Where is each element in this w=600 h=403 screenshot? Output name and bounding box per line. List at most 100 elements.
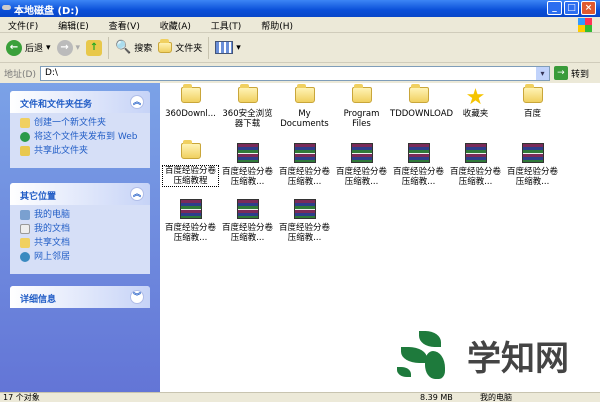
search-icon: 🔍	[115, 40, 132, 55]
file-name: 百度经验分卷压缩教...	[221, 167, 273, 187]
file-name: 360安全浏览器下载	[222, 109, 273, 129]
back-dropdown-icon[interactable]: ▾	[46, 43, 51, 53]
menu-view[interactable]: 查看(V)	[109, 22, 140, 32]
file-name: 360Downl...	[165, 109, 216, 119]
address-input[interactable]: D:\ ▾	[39, 65, 550, 81]
go-button[interactable]: → 转到	[553, 66, 589, 80]
file-item[interactable]: 百度经验分卷压缩教...	[390, 143, 447, 187]
folder-icon	[180, 140, 201, 159]
address-dropdown-icon[interactable]: ▾	[535, 66, 549, 80]
file-item[interactable]: 百度经验分卷压缩教...	[333, 143, 390, 187]
expand-icon[interactable]: ︾	[130, 290, 144, 304]
collapse-icon[interactable]: ︽	[130, 187, 144, 201]
rar-archive-icon	[293, 143, 316, 163]
task-publish-web[interactable]: 将这个文件夹发布到 Web	[20, 132, 142, 143]
documents-icon	[20, 224, 30, 234]
file-name: 百度经验分卷压缩教...	[335, 167, 387, 187]
rar-archive-icon	[407, 143, 430, 163]
status-bar: 17 个对象 8.39 MB 我的电脑	[0, 392, 600, 402]
place-label: 网上邻居	[34, 252, 71, 262]
file-name: 百度经验分卷压缩教...	[164, 223, 216, 243]
task-label: 将这个文件夹发布到 Web	[34, 132, 138, 142]
file-item[interactable]: 百度	[504, 84, 561, 119]
computer-icon	[20, 210, 30, 220]
forward-button[interactable]: → ▾	[56, 39, 80, 56]
folder-icon	[158, 39, 173, 53]
back-label: 后退	[25, 44, 44, 54]
panel-title: 详细信息	[20, 295, 57, 305]
file-item[interactable]: 百度经验分卷压缩教...	[276, 143, 333, 187]
file-name: My Documents	[280, 109, 329, 129]
views-dropdown-icon: ▾	[236, 42, 241, 53]
folder-icon	[180, 84, 201, 103]
file-item[interactable]: ★ 收藏夹	[447, 87, 504, 120]
go-label: 转到	[570, 69, 589, 80]
folder-icon	[351, 84, 372, 103]
menu-file[interactable]: 文件(F)	[8, 22, 38, 32]
file-item[interactable]: 百度经验分卷压缩教...	[504, 143, 561, 187]
task-pane: 文件和文件夹任务 ︽ 创建一个新文件夹 将这个文件夹发布到 Web 共享此文件夹 …	[0, 83, 160, 392]
title-bar: 本地磁盘 (D:) _ □ ×	[0, 0, 600, 17]
menu-tools[interactable]: 工具(T)	[211, 22, 242, 32]
rar-archive-icon	[236, 143, 259, 163]
file-item[interactable]: 百度经验分卷压缩教...	[219, 199, 276, 243]
minimize-button[interactable]: _	[547, 1, 562, 15]
file-item[interactable]: 百度经验分卷压缩教...	[276, 199, 333, 243]
details-panel: 详细信息 ︾	[10, 286, 150, 308]
file-item[interactable]: 百度经验分卷压缩教...	[162, 199, 219, 243]
new-folder-icon	[20, 118, 30, 128]
task-new-folder[interactable]: 创建一个新文件夹	[20, 118, 142, 129]
rar-archive-icon	[464, 143, 487, 163]
file-name: TDDOWNLOAD	[390, 109, 454, 119]
maximize-button[interactable]: □	[564, 1, 579, 15]
rar-archive-icon	[293, 199, 316, 219]
place-shared-documents[interactable]: 共享文档	[20, 238, 142, 249]
place-network[interactable]: 网上邻居	[20, 252, 142, 263]
place-label: 我的电脑	[34, 210, 71, 220]
menu-edit[interactable]: 编辑(E)	[58, 22, 89, 32]
close-button[interactable]: ×	[581, 1, 596, 15]
drive-icon	[2, 5, 11, 10]
up-folder-icon[interactable]: ↑	[86, 39, 103, 56]
file-name: 百度经验分卷压缩教程	[162, 165, 219, 187]
file-item[interactable]: 百度经验分卷压缩教程	[162, 140, 219, 187]
file-name: 百度经验分卷压缩教...	[278, 223, 330, 243]
file-name: 百度经验分卷压缩教...	[449, 167, 501, 187]
place-label: 共享文档	[34, 238, 71, 248]
collapse-icon[interactable]: ︽	[130, 95, 144, 109]
file-item[interactable]: TDDOWNLOAD	[390, 84, 454, 119]
file-name: 百度经验分卷压缩教...	[506, 167, 558, 187]
back-arrow-icon: ←	[6, 39, 22, 56]
folder-icon	[294, 84, 315, 103]
menu-help[interactable]: 帮助(H)	[261, 22, 293, 32]
leaf-head-logo-icon	[397, 325, 457, 385]
file-name: 百度经验分卷压缩教...	[278, 167, 330, 187]
place-my-documents[interactable]: 我的文档	[20, 224, 142, 235]
other-places-panel: 其它位置 ︽ 我的电脑 我的文档 共享文档 网上邻居	[10, 183, 150, 274]
menu-bar: 文件(F) 编辑(E) 查看(V) 收藏(A) 工具(T) 帮助(H)	[0, 17, 600, 33]
views-button[interactable]: ▾	[215, 41, 241, 54]
search-button[interactable]: 🔍 搜索	[115, 40, 152, 55]
folder-icon	[237, 84, 258, 103]
other-places-header[interactable]: 其它位置 ︽	[10, 183, 150, 205]
menu-favorites[interactable]: 收藏(A)	[160, 22, 191, 32]
watermark-logo: 学知网	[382, 316, 594, 394]
window-title: 本地磁盘 (D:)	[14, 6, 79, 17]
search-label: 搜索	[134, 44, 153, 54]
file-tasks-header[interactable]: 文件和文件夹任务 ︽	[10, 91, 150, 113]
file-item[interactable]: 360安全浏览器下载	[219, 84, 276, 129]
file-item[interactable]: My Documents	[276, 84, 333, 129]
place-my-computer[interactable]: 我的电脑	[20, 210, 142, 221]
file-item[interactable]: 百度经验分卷压缩教...	[219, 143, 276, 187]
file-item[interactable]: 360Downl...	[162, 84, 219, 119]
task-share-folder[interactable]: 共享此文件夹	[20, 146, 142, 157]
file-name: 收藏夹	[462, 109, 489, 119]
folder-icon	[522, 84, 543, 103]
file-item[interactable]: Program Files	[333, 84, 390, 129]
details-header[interactable]: 详细信息 ︾	[10, 286, 150, 308]
file-item[interactable]: 百度经验分卷压缩教...	[447, 143, 504, 187]
back-button[interactable]: ← 后退 ▾	[6, 39, 51, 56]
task-label: 创建一个新文件夹	[34, 118, 107, 128]
address-label: 地址(D)	[4, 69, 36, 80]
folders-button[interactable]: 文件夹	[158, 39, 202, 54]
